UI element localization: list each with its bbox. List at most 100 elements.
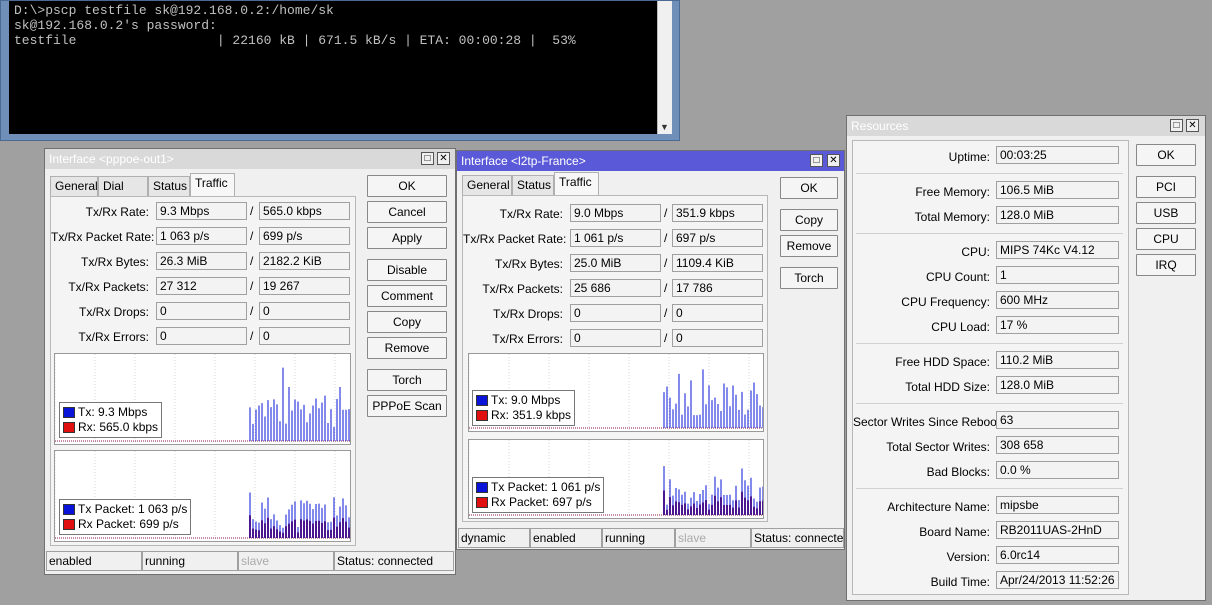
separator-slash: / [664,306,668,320]
ok-button[interactable]: OK [1136,144,1196,166]
tab-status[interactable]: Status [512,175,554,195]
tab-strip: General Status Traffic [462,172,662,195]
title-bar[interactable]: Interface <pppoe-out1> □ ✕ [45,149,455,169]
separator-slash: / [664,281,668,295]
maximize-icon[interactable]: □ [810,154,823,167]
pci-button[interactable]: PCI [1136,176,1196,198]
tx-value: 1 063 p/s [156,227,247,245]
torch-button[interactable]: Torch [367,369,447,391]
rx-value: 351.9 kbps [672,204,763,222]
rx-value: 0 [672,329,763,347]
architecture-value: mipsbe [996,496,1119,514]
cpu-button[interactable]: CPU [1136,228,1196,250]
separator-slash: / [250,279,254,293]
sector-writes-value: 63 [996,411,1119,429]
close-icon[interactable]: ✕ [1186,119,1199,132]
tab-general[interactable]: General [462,175,512,195]
rx-value: 17 786 [672,279,763,297]
rx-legend-text: Rx Packet: 697 p/s [491,495,592,509]
separator-slash: / [664,331,668,345]
row-label: Tx/Rx Errors: [492,332,563,346]
tx-value: 0 [156,302,247,320]
copy-button[interactable]: Copy [780,209,838,231]
irq-button[interactable]: IRQ [1136,254,1196,276]
cancel-button[interactable]: Cancel [367,201,447,223]
tx-value: 0 [570,304,661,322]
window-title: Resources [851,119,909,133]
tx-swatch [63,407,75,418]
separator-slash: / [250,329,254,343]
tx-value: 9.0 Mbps [570,204,661,222]
tx-value: 0 [156,327,247,345]
rx-value: 699 p/s [259,227,350,245]
torch-button[interactable]: Torch [780,267,838,289]
total-memory-label: Total Memory: [914,210,990,224]
tab-dial-out[interactable]: Dial Out [98,176,148,212]
uptime-label: Uptime: [948,150,990,164]
total-hdd-value: 128.0 MiB [996,376,1119,394]
tx-value: 0 [570,329,661,347]
interface-pppoe-window[interactable]: Interface <pppoe-out1> □ ✕ General Dial … [44,148,456,575]
comment-button[interactable]: Comment [367,285,447,307]
rx-value: 2182.2 KiB [259,252,350,270]
ok-button[interactable]: OK [780,177,838,199]
packet-graph: Tx Packet: 1 063 p/s Rx Packet: 699 p/s [54,450,351,542]
copy-button[interactable]: Copy [367,311,447,333]
packet-graph: Tx Packet: 1 061 p/s Rx Packet: 697 p/s [468,439,764,519]
free-hdd-value: 110.2 MiB [996,351,1119,369]
row-label: Tx/Rx Rate: [499,207,563,221]
rate-legend: Tx: 9.0 Mbps Rx: 351.9 kbps [472,390,576,426]
divider [856,173,1123,174]
tx-swatch [63,504,75,515]
cpu-value: MIPS 74Kc V4.12 [996,241,1119,259]
cpu-load-value: 17 % [996,316,1119,334]
remove-button[interactable]: Remove [367,337,447,359]
remove-button[interactable]: Remove [780,235,838,257]
traffic-panel: Tx/Rx Rate: 9.0 Mbps / 351.9 kbps Tx/Rx … [462,195,768,522]
total-sector-writes-value: 308 658 [996,436,1119,454]
resources-panel: Uptime: 00:03:25 Free Memory: 106.5 MiB … [852,140,1129,595]
cpu-load-label: CPU Load: [931,320,990,334]
bad-blocks-value: 0.0 % [996,461,1119,479]
resources-window[interactable]: Resources □ ✕ Uptime: 00:03:25 Free Memo… [846,115,1206,601]
rx-value: 1109.4 KiB [672,254,763,272]
cpu-frequency-label: CPU Frequency: [901,295,990,309]
console-window[interactable]: D:\>pscp testfile sk@192.168.0.2:/home/s… [0,0,680,141]
row-label: Tx/Rx Rate: [85,205,149,219]
tx-swatch [476,395,488,406]
separator-slash: / [250,304,254,318]
cpu-count-label: CPU Count: [925,270,990,284]
rx-legend-text: Rx Packet: 699 p/s [78,517,179,531]
tab-traffic[interactable]: Traffic [190,173,235,196]
separator-slash: / [250,254,254,268]
usb-button[interactable]: USB [1136,202,1196,224]
tx-value: 25 686 [570,279,661,297]
tx-legend-text: Tx Packet: 1 063 p/s [78,502,188,516]
tab-traffic[interactable]: Traffic [554,172,599,195]
maximize-icon[interactable]: □ [1170,119,1183,132]
tab-status[interactable]: Status [148,176,190,196]
console-scrollbar[interactable]: ▼ [657,1,672,134]
interface-l2tp-window[interactable]: Interface <l2tp-France> □ ✕ General Stat… [456,150,845,550]
pppoe-scan-button[interactable]: PPPoE Scan [367,395,447,417]
rx-value: 0 [259,327,350,345]
maximize-icon[interactable]: □ [421,152,434,165]
close-icon[interactable]: ✕ [827,154,840,167]
ok-button[interactable]: OK [367,175,447,197]
close-icon[interactable]: ✕ [437,152,450,165]
free-hdd-label: Free HDD Space: [895,355,990,369]
console-screen[interactable]: D:\>pscp testfile sk@192.168.0.2:/home/s… [9,1,657,134]
row-label: Tx/Rx Bytes: [80,255,149,269]
tab-general[interactable]: General [50,176,98,196]
board-name-label: Board Name: [919,525,990,539]
cpu-count-value: 1 [996,266,1119,284]
scroll-down-icon[interactable]: ▼ [660,122,669,132]
title-bar[interactable]: Interface <l2tp-France> □ ✕ [457,151,844,171]
rx-value: 0 [259,302,350,320]
apply-button[interactable]: Apply [367,227,447,249]
divider [856,343,1123,344]
sector-writes-label: Sector Writes Since Reboot: [853,415,1004,429]
board-name-value: RB2011UAS-2HnD [996,521,1119,539]
disable-button[interactable]: Disable [367,259,447,281]
title-bar[interactable]: Resources □ ✕ [847,116,1205,136]
